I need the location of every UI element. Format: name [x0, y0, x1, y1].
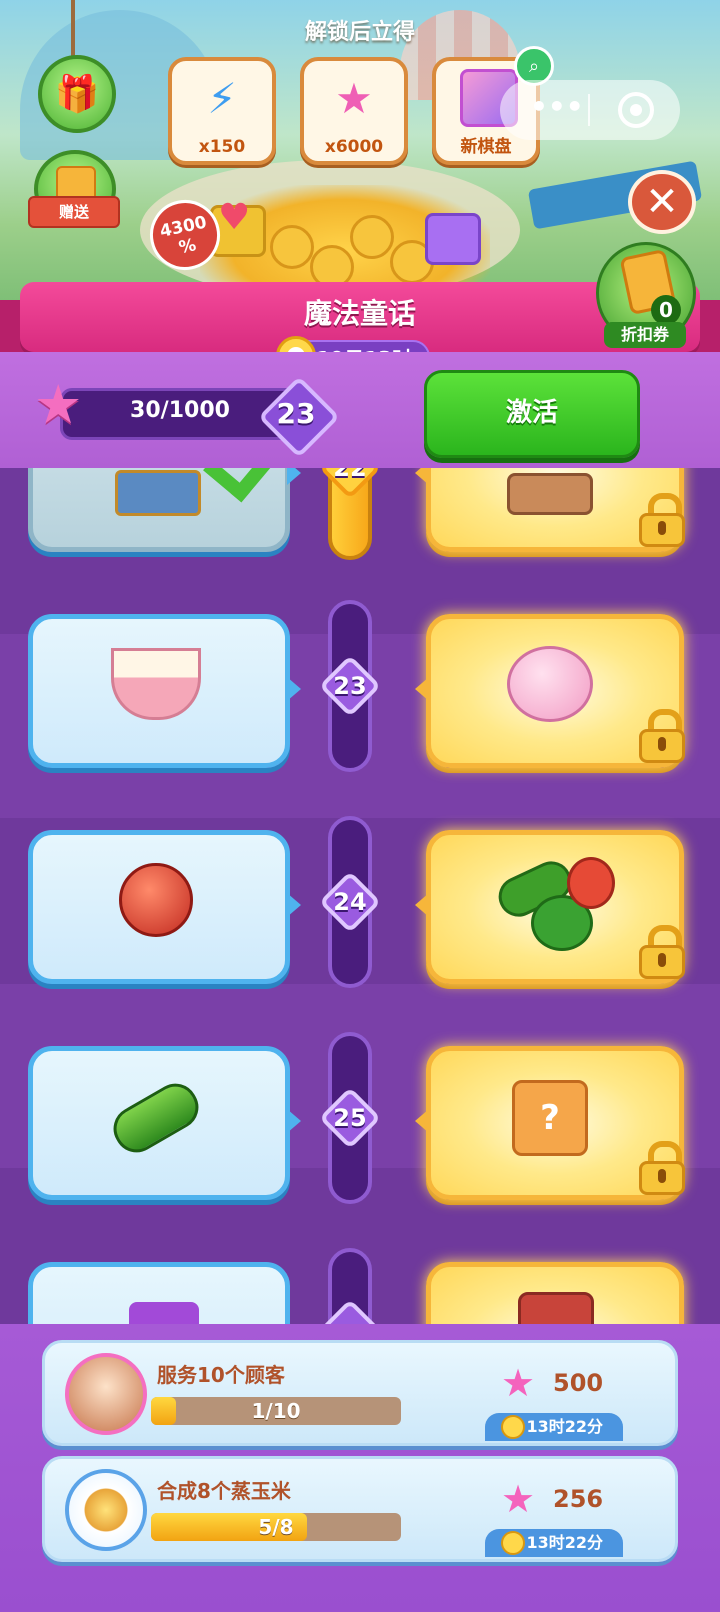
- level-number: 22: [333, 468, 367, 482]
- level-node: [318, 1298, 382, 1324]
- pink-star-icon: ★: [501, 1477, 536, 1521]
- tasks-panel: 服务10个顾客 1/10 ★ 500 13时22分 合成8个蒸玉米 5/8 ★ …: [0, 1324, 720, 1612]
- capsule-divider: [588, 94, 590, 126]
- chest-button[interactable]: 🎁: [38, 55, 116, 133]
- lightning-bolt-icon: ⚡: [207, 74, 237, 123]
- purple-chest-icon: 🎁: [54, 74, 100, 115]
- reward-label: x6000: [324, 137, 384, 157]
- level-node: 22: [318, 468, 382, 500]
- task-reward-value: 256: [553, 1485, 604, 1513]
- close-button[interactable]: ✕: [628, 170, 696, 234]
- close-mini-program-icon[interactable]: [618, 92, 654, 128]
- coupon-label[interactable]: 折扣券: [604, 322, 686, 348]
- clock-icon: [501, 1531, 525, 1555]
- activate-button[interactable]: 激活: [424, 370, 640, 458]
- close-icon: ✕: [645, 179, 679, 225]
- reward-card-energy[interactable]: ⚡ x150: [168, 57, 276, 165]
- pink-star-icon: ★: [501, 1361, 536, 1405]
- current-level: 23: [276, 397, 316, 430]
- task-progress-bar: 5/8: [151, 1513, 401, 1541]
- level-number: 24: [333, 888, 367, 916]
- task-progress-text: 5/8: [258, 1515, 294, 1539]
- steamed-corn-avatar: [65, 1469, 147, 1551]
- task-title: 合成8个蒸玉米: [157, 1479, 291, 1503]
- red-chest-icon: [511, 1292, 601, 1324]
- pink-star-icon: ★: [335, 74, 373, 123]
- coin-icon: [350, 215, 394, 259]
- level-node: 23: [318, 654, 382, 718]
- free-reward-card[interactable]: [28, 1262, 290, 1324]
- level-node: 24: [318, 870, 382, 934]
- vegetables-icon: [491, 849, 615, 951]
- coupon-count: 0: [651, 295, 681, 325]
- level-diamond: [318, 1298, 382, 1324]
- task-timer-text: 13时22分: [526, 1417, 603, 1436]
- task-timer: 13时22分: [485, 1413, 623, 1441]
- lock-icon: [639, 925, 685, 979]
- coin-icon: [270, 225, 314, 269]
- free-reward-card[interactable]: [28, 468, 301, 552]
- treasure-chest-icon: [113, 470, 203, 516]
- snack-board-icon: [505, 469, 595, 519]
- task-progress-bar: 1/10: [151, 1397, 401, 1425]
- unlock-rewards-title: 解锁后立得: [304, 20, 415, 45]
- level-number: 25: [333, 1104, 367, 1132]
- more-options-icon[interactable]: •••: [530, 90, 584, 123]
- task-reward-value: 500: [553, 1369, 604, 1397]
- task-progress-text: 1/10: [251, 1399, 301, 1423]
- level-number: 23: [333, 672, 367, 700]
- pomegranate-icon: [111, 855, 201, 945]
- pink-star-icon: ★: [34, 373, 83, 436]
- purple-item-icon: [119, 1297, 209, 1324]
- customer-avatar: [65, 1353, 147, 1435]
- claimed-check-icon: [203, 468, 289, 503]
- level-node: 25: [318, 1086, 382, 1150]
- premium-reward-card[interactable]: ?: [415, 1046, 685, 1200]
- hanging-rope: [71, 0, 75, 56]
- task-card[interactable]: 合成8个蒸玉米 5/8 ★ 256 13时22分: [42, 1456, 678, 1562]
- premium-reward-card[interactable]: [415, 830, 685, 984]
- reward-track-list[interactable]: 22 23 24 25 ?: [0, 468, 720, 1324]
- cucumber-icon: [105, 1073, 207, 1163]
- lock-icon: [639, 709, 685, 763]
- star-progress-text: 30/1000: [130, 398, 230, 423]
- premium-reward-card[interactable]: [415, 614, 685, 768]
- free-reward-card[interactable]: [28, 830, 301, 984]
- lock-icon: [639, 1141, 685, 1195]
- mystery-box-icon: ?: [505, 1073, 595, 1163]
- gift-label[interactable]: 赠送: [28, 196, 120, 228]
- heart-icon: ♥: [218, 197, 251, 238]
- clock-icon: [501, 1415, 525, 1439]
- mini-program-capsule: •••: [500, 80, 680, 140]
- free-reward-card[interactable]: [28, 614, 301, 768]
- lock-icon: [639, 493, 685, 547]
- piggy-bank-icon: [505, 639, 595, 729]
- reward-card-stars[interactable]: ★ x6000: [300, 57, 408, 165]
- gift-box-icon: [425, 213, 481, 265]
- task-timer: 13时22分: [485, 1529, 623, 1557]
- task-card[interactable]: 服务10个顾客 1/10 ★ 500 13时22分: [42, 1340, 678, 1446]
- premium-reward-card[interactable]: [415, 468, 685, 552]
- free-reward-card[interactable]: [28, 1046, 301, 1200]
- treasure-pile-image: ♥: [200, 185, 490, 295]
- premium-reward-card[interactable]: [426, 1262, 684, 1324]
- task-timer-text: 13时22分: [526, 1533, 603, 1552]
- reward-label: x150: [198, 137, 246, 157]
- discount-percent-value: 4300 %: [158, 212, 209, 259]
- noodle-bowl-icon: [111, 639, 201, 729]
- task-title: 服务10个顾客: [157, 1363, 285, 1387]
